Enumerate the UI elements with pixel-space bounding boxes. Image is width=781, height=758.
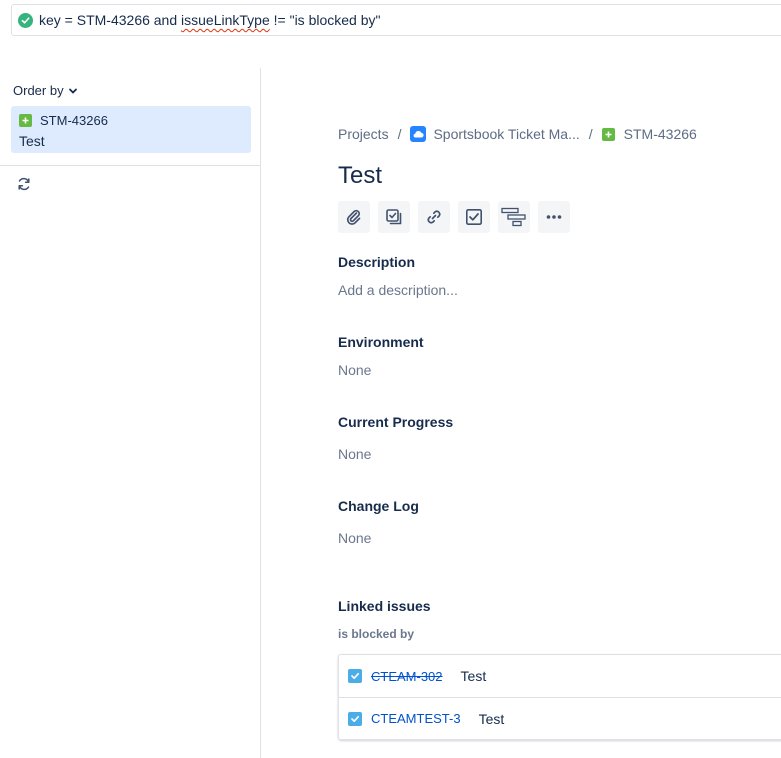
linked-issues-label: Linked issues [338,598,431,614]
environment-label: Environment [338,334,424,350]
issue-list-item[interactable]: STM-43266 Test [11,106,251,153]
breadcrumb-projects-link[interactable]: Projects [338,126,389,142]
breadcrumb-project-link[interactable]: Sportsbook Ticket Ma... [410,126,580,142]
link-icon [427,210,441,224]
story-icon [601,127,615,141]
attach-button[interactable] [338,201,370,233]
linked-issue-summary: Test [478,710,505,727]
linked-issue-summary: Test [460,668,487,684]
linked-issue-key[interactable]: CTEAMTEST-3 [371,711,461,726]
current-progress-value[interactable]: None [338,446,371,462]
jql-flagged-word: issueLinkType [181,12,270,28]
linked-issues-list: CTEAM-302 Test CTEAMTEST-3 Test [338,654,781,740]
checklist-icon [465,208,482,225]
description-label: Description [338,254,416,270]
jql-query-text: key = STM-43266 and issueLinkType != "is… [39,12,381,28]
attachment-icon [346,209,361,225]
more-icon [546,215,562,219]
link-issue-button[interactable] [418,201,450,233]
task-icon [348,711,362,726]
checklist-button[interactable] [458,201,490,233]
task-icon [348,669,362,683]
refresh-icon[interactable] [16,176,32,192]
issue-list-summary: Test [19,133,45,149]
issue-list-key: STM-43266 [40,112,108,128]
description-field[interactable]: Add a description... [338,282,458,298]
environment-value[interactable]: None [338,362,371,378]
change-log-value[interactable]: None [338,530,371,546]
roadmap-icon [501,207,526,227]
change-log-label: Change Log [338,498,419,514]
more-actions-button[interactable] [538,201,570,233]
breadcrumb-issue-key: STM-43266 [623,126,697,142]
breadcrumb: Projects / Sportsbook Ticket Ma... / STM… [338,126,697,142]
linked-issue-row[interactable]: CTEAM-302 Test [339,655,781,697]
panel-divider [260,68,261,758]
issue-toolbar [338,201,570,233]
current-progress-label: Current Progress [338,414,454,430]
breadcrumb-separator: / [588,126,593,142]
breadcrumb-separator: / [397,126,402,142]
link-relation-label: is blocked by [338,627,415,641]
breadcrumb-project-name: Sportsbook Ticket Ma... [433,126,580,142]
breadcrumb-issue-link[interactable]: STM-43266 [601,126,697,142]
order-by-dropdown[interactable]: Order by [13,83,78,98]
linked-issue-row[interactable]: CTEAMTEST-3 Test [339,697,781,739]
child-issue-icon [386,209,402,225]
valid-query-icon [18,12,33,28]
roadmap-button[interactable] [498,201,530,233]
create-subtask-button[interactable] [378,201,410,233]
order-by-label: Order by [13,83,64,98]
jql-query-input[interactable]: key = STM-43266 and issueLinkType != "is… [11,4,781,36]
project-avatar-icon [410,126,427,142]
linked-issue-key[interactable]: CTEAM-302 [371,669,443,684]
story-icon [19,113,32,127]
chevron-down-icon [68,88,77,94]
sidebar-divider [0,165,260,166]
issue-title[interactable]: Test [338,162,382,190]
